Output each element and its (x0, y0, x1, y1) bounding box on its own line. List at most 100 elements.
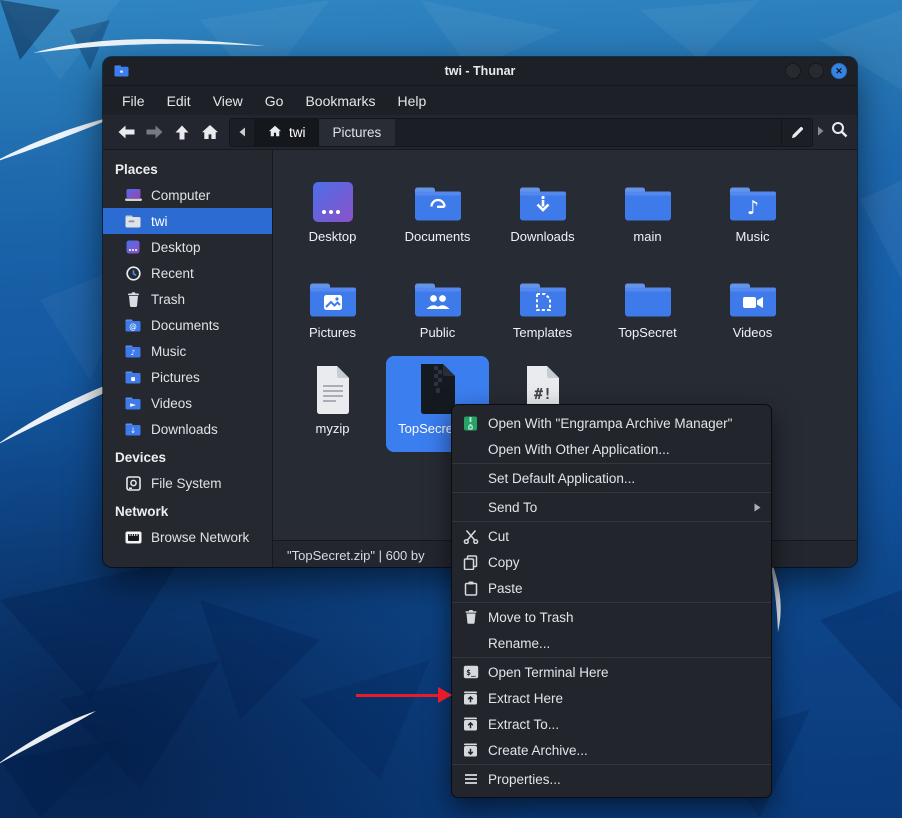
sidebar-item-trash[interactable]: Trash (103, 286, 272, 312)
desktop-sm-icon (124, 240, 142, 254)
folder-download-icon (518, 169, 568, 223)
context-menu-item-cut[interactable]: Cut (452, 523, 771, 549)
file-item-templates[interactable]: Templates (491, 260, 594, 356)
file-item-desktop[interactable]: Desktop (281, 164, 384, 260)
path-scroll-right-button[interactable] (817, 123, 825, 141)
file-item-public[interactable]: Public (386, 260, 489, 356)
copy-icon (462, 555, 479, 570)
file-item-music[interactable]: ♪ Music (701, 164, 804, 260)
context-menu-item-label: Open With Other Application... (488, 442, 670, 457)
context-menu-item-label: Properties... (488, 772, 561, 787)
context-menu-separator (452, 602, 771, 603)
context-menu-item-copy[interactable]: Copy (452, 549, 771, 575)
context-menu-item-open-with-engrampa-archive-manager[interactable]: Open With "Engrampa Archive Manager" (452, 410, 771, 436)
context-menu-item-open-terminal-here[interactable]: $_Open Terminal Here (452, 659, 771, 685)
menubar-item-edit[interactable]: Edit (156, 89, 202, 113)
context-menu-item-extract-here[interactable]: Extract Here (452, 685, 771, 711)
maximize-button[interactable] (808, 63, 824, 79)
file-item-myzip[interactable]: myzip (281, 356, 384, 452)
path-segment-pictures[interactable]: Pictures (320, 119, 396, 146)
terminal-icon: $_ (462, 665, 479, 679)
home-icon (268, 125, 282, 140)
search-button[interactable] (831, 121, 848, 143)
menubar-item-go[interactable]: Go (254, 89, 295, 113)
context-menu-separator (452, 492, 771, 493)
file-item-label: Downloads (510, 229, 574, 244)
context-menu-item-label: Send To (488, 500, 537, 515)
context-menu-item-extract-to[interactable]: Extract To... (452, 711, 771, 737)
sidebar-item-file-system[interactable]: File System (103, 470, 272, 496)
edit-path-button[interactable] (781, 119, 812, 146)
context-menu-item-send-to[interactable]: Send To (452, 494, 771, 520)
context-menu-item-properties[interactable]: Properties... (452, 766, 771, 792)
annotation-arrow-head (438, 687, 452, 703)
file-item-topsecret[interactable]: TopSecret (596, 260, 699, 356)
sidebar-item-label: Pictures (151, 370, 200, 385)
network-icon (124, 531, 142, 544)
context-menu: Open With "Engrampa Archive Manager" Open… (451, 404, 772, 798)
file-item-documents[interactable]: Documents (386, 164, 489, 260)
sidebar-header-devices: Devices (103, 442, 272, 470)
forward-button[interactable] (140, 119, 168, 145)
folder-template-icon (518, 265, 568, 319)
context-menu-separator (452, 463, 771, 464)
menubar-item-file[interactable]: File (111, 89, 156, 113)
context-menu-item-create-archive[interactable]: Create Archive... (452, 737, 771, 763)
context-menu-item-set-default-application[interactable]: Set Default Application... (452, 465, 771, 491)
context-menu-item-paste[interactable]: Paste (452, 575, 771, 601)
context-menu-item-open-with-other-application[interactable]: Open With Other Application... (452, 436, 771, 462)
svg-text:♪: ♪ (746, 197, 758, 219)
trash-sm-icon (124, 292, 142, 307)
context-menu-item-label: Copy (488, 555, 520, 570)
svg-text:♪: ♪ (131, 348, 136, 357)
minimize-button[interactable] (785, 63, 801, 79)
path-scroll-left-button[interactable] (230, 119, 255, 146)
context-menu-item-label: Move to Trash (488, 610, 574, 625)
close-button[interactable]: ✕ (831, 63, 847, 79)
svg-text:#!: #! (533, 385, 551, 403)
back-button[interactable] (112, 119, 140, 145)
file-item-label: Music (736, 229, 770, 244)
up-button[interactable] (168, 119, 196, 145)
recent-icon (124, 266, 142, 281)
paste-icon (462, 581, 479, 596)
sidebar-item-desktop[interactable]: Desktop (103, 234, 272, 260)
file-item-downloads[interactable]: Downloads (491, 164, 594, 260)
context-menu-item-label: Create Archive... (488, 743, 588, 758)
sidebar-item-label: Recent (151, 266, 194, 281)
sidebar-item-browse-network[interactable]: Browse Network (103, 524, 272, 550)
sidebar-item-twi[interactable]: twi (103, 208, 272, 234)
file-item-pictures[interactable]: Pictures (281, 260, 384, 356)
file-item-videos[interactable]: Videos (701, 260, 804, 356)
file-item-label: Templates (513, 325, 572, 340)
menubar: FileEditViewGoBookmarksHelp (103, 86, 857, 115)
context-menu-item-rename[interactable]: Rename... (452, 630, 771, 656)
folder-video-icon (728, 265, 778, 319)
file-item-label: Documents (405, 229, 471, 244)
sidebar-item-music[interactable]: ♪Music (103, 338, 272, 364)
sidebar-item-recent[interactable]: Recent (103, 260, 272, 286)
context-menu-item-move-to-trash[interactable]: Move to Trash (452, 604, 771, 630)
path-segment-label: Pictures (333, 125, 382, 140)
sidebar-item-documents[interactable]: @Documents (103, 312, 272, 338)
sidebar-item-computer[interactable]: Computer (103, 182, 272, 208)
extract-icon (462, 717, 479, 731)
sidebar-item-label: Documents (151, 318, 219, 333)
file-item-label: main (633, 229, 661, 244)
path-segment-twi[interactable]: twi (255, 119, 320, 146)
file-item-main[interactable]: main (596, 164, 699, 260)
titlebar[interactable]: twi - Thunar ✕ (103, 57, 857, 86)
sf-videos-icon: ► (124, 397, 142, 410)
menubar-item-view[interactable]: View (202, 89, 254, 113)
context-menu-item-label: Rename... (488, 636, 550, 651)
sidebar-item-pictures[interactable]: ▪Pictures (103, 364, 272, 390)
sidebar-item-videos[interactable]: ►Videos (103, 390, 272, 416)
sidebar-item-downloads[interactable]: ↓Downloads (103, 416, 272, 442)
sidebar-header-places: Places (103, 154, 272, 182)
menubar-item-help[interactable]: Help (387, 89, 438, 113)
text-file-icon (313, 361, 353, 415)
path-bar: twi Pictures (229, 118, 813, 147)
svg-text:↓: ↓ (130, 426, 136, 435)
home-button[interactable] (196, 119, 224, 145)
menubar-item-bookmarks[interactable]: Bookmarks (294, 89, 386, 113)
